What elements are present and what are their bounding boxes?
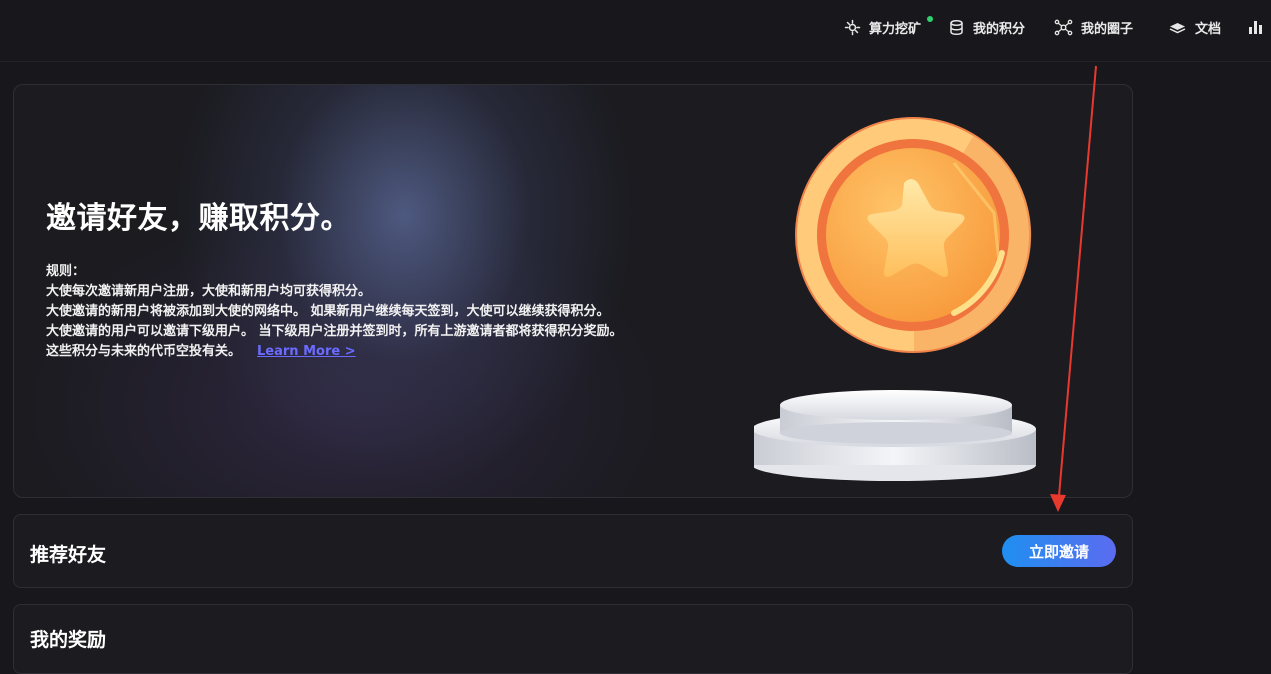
rewards-card: 我的奖励 (13, 604, 1133, 674)
coin-podium-illustration (754, 117, 1036, 481)
invite-now-button[interactable]: 立即邀请 (1002, 535, 1116, 567)
nav-stats[interactable] (1248, 0, 1264, 54)
invite-hero-banner: 邀请好友，赚取积分。 规则： 大使每次邀请新用户注册，大使和新用户均可获得积分。… (13, 84, 1133, 498)
rule-line: 大使邀请的新用户将被添加到大使的网络中。 如果新用户继续每天签到，大使可以继续获… (46, 304, 610, 319)
nav-my-points[interactable]: 我的积分 (948, 0, 1025, 54)
nav-my-points-label: 我的积分 (973, 21, 1026, 37)
hero-title: 邀请好友，赚取积分。 (46, 201, 351, 236)
rule-airdrop-text: 这些积分与未来的代币空投有关。 (46, 344, 242, 359)
database-icon (950, 19, 963, 35)
network-icon (1054, 19, 1073, 35)
nav-docs[interactable]: 文档 (1168, 0, 1221, 54)
nav-mining[interactable]: 算力挖矿 (844, 0, 921, 54)
referral-title: 推荐好友 (30, 544, 107, 566)
referral-card: 推荐好友 立即邀请 (13, 514, 1133, 588)
rules-heading: 规则： (46, 264, 86, 279)
nav-docs-label: 文档 (1195, 21, 1222, 37)
rule-line: 大使每次邀请新用户注册，大使和新用户均可获得积分。 (46, 284, 372, 299)
nav-my-circle-label: 我的圈子 (1081, 21, 1134, 37)
top-nav-bar: 算力挖矿 我的积分 我的圈子 文档 (0, 0, 1271, 62)
rules-text: 规则： 大使每次邀请新用户注册，大使和新用户均可获得积分。 大使邀请的新用户将被… (46, 262, 656, 362)
learn-more-link[interactable]: Learn More > (257, 344, 356, 359)
mining-icon (844, 19, 861, 35)
nav-my-circle[interactable]: 我的圈子 (1054, 0, 1133, 54)
book-icon (1169, 22, 1186, 33)
rule-line-last: 这些积分与未来的代币空投有关。 Learn More > (46, 342, 656, 362)
notification-dot (927, 16, 933, 22)
nav-mining-label: 算力挖矿 (869, 21, 922, 37)
bar-chart-icon (1249, 20, 1262, 34)
rule-line: 大使邀请的用户可以邀请下级用户。 当下级用户注册并签到时，所有上游邀请者都将获得… (46, 324, 623, 339)
rewards-title: 我的奖励 (30, 629, 107, 651)
